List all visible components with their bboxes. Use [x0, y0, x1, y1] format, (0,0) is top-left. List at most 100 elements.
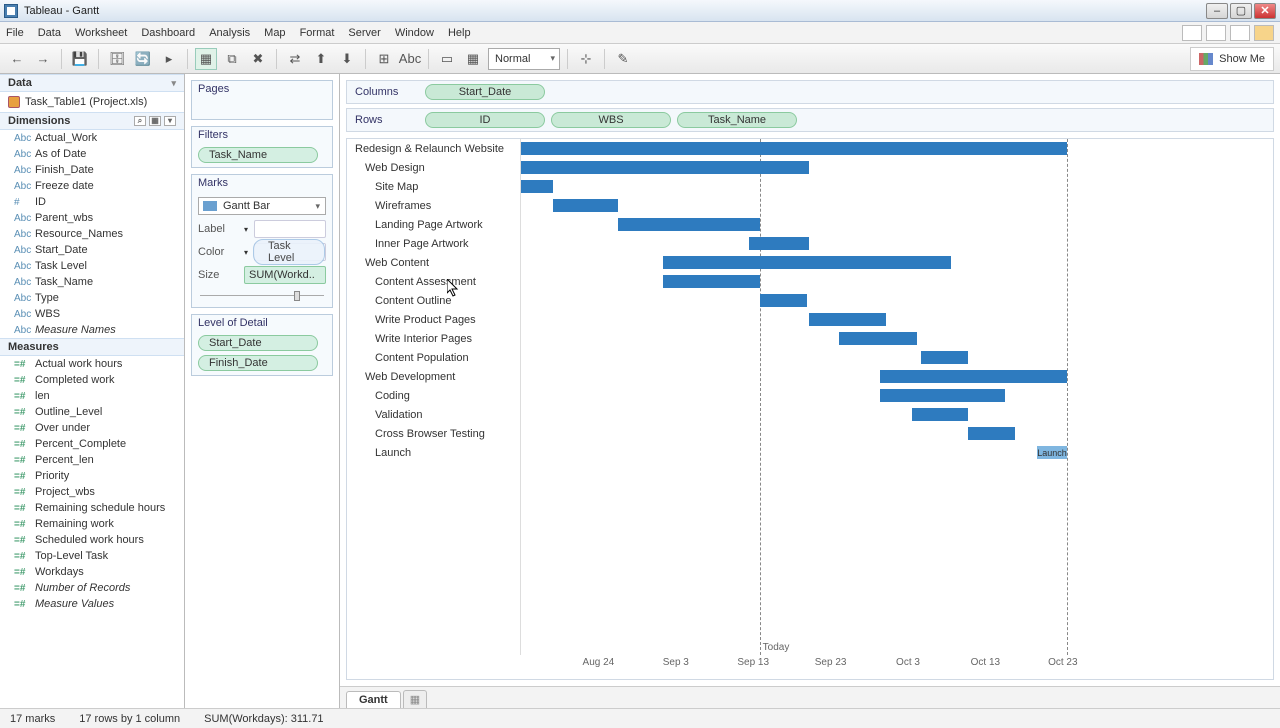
new-sheet-tab[interactable]: ▦	[403, 690, 427, 708]
menu-window[interactable]: Window	[395, 27, 434, 39]
gantt-bar[interactable]	[912, 408, 968, 421]
gantt-bar[interactable]	[880, 389, 1005, 402]
auto-update-button[interactable]: 🔄	[132, 48, 154, 70]
gantt-bar[interactable]	[663, 275, 760, 288]
gantt-bar[interactable]	[760, 294, 807, 307]
size-slot[interactable]: SUM(Workd..	[244, 266, 326, 284]
field-len[interactable]: =#len	[0, 388, 184, 404]
field-task-name[interactable]: AbcTask_Name	[0, 274, 184, 290]
field-remaining-work[interactable]: =#Remaining work	[0, 516, 184, 532]
field-over-under[interactable]: =#Over under	[0, 420, 184, 436]
lod-shelf[interactable]: Level of Detail Start_Date Finish_Date	[191, 314, 333, 376]
gantt-bar[interactable]	[521, 180, 553, 193]
connect-button[interactable]: 🗄	[106, 48, 128, 70]
field-id[interactable]: #ID	[0, 194, 184, 210]
highlight-button[interactable]: ✎	[612, 48, 634, 70]
presentation-button[interactable]: ▭	[436, 48, 458, 70]
color-drag-pill[interactable]: Task Level	[253, 239, 325, 265]
field-number-of-records[interactable]: =#Number of Records	[0, 580, 184, 596]
field-resource-names[interactable]: AbcResource_Names	[0, 226, 184, 242]
close-button[interactable]: ✕	[1254, 3, 1276, 19]
label-slot[interactable]	[254, 220, 326, 238]
field-workdays[interactable]: =#Workdays	[0, 564, 184, 580]
menu-format[interactable]: Format	[300, 27, 335, 39]
field-start-date[interactable]: AbcStart_Date	[0, 242, 184, 258]
field-as-of-date[interactable]: AbcAs of Date	[0, 146, 184, 162]
maximize-button[interactable]: ▢	[1230, 3, 1252, 19]
field-type[interactable]: AbcType	[0, 290, 184, 306]
menu-data[interactable]: Data	[38, 27, 61, 39]
pill-task_name[interactable]: Task_Name	[677, 112, 797, 128]
pill-start_date[interactable]: Start_Date	[425, 84, 545, 100]
fit-combo[interactable]: Normal	[488, 48, 560, 70]
tabbed-icon[interactable]	[1182, 25, 1202, 41]
grid-icon[interactable]	[1206, 25, 1226, 41]
cards-button[interactable]: ▦	[462, 48, 484, 70]
filters-shelf[interactable]: Filters Task_Name	[191, 126, 333, 168]
gantt-bar[interactable]	[809, 313, 886, 326]
forward-button[interactable]: →	[32, 48, 54, 70]
swap-button[interactable]: ⇄	[284, 48, 306, 70]
new-sheet-button[interactable]: ▦	[195, 48, 217, 70]
field-priority[interactable]: =#Priority	[0, 468, 184, 484]
dup-sheet-button[interactable]: ⧉	[221, 48, 243, 70]
gantt-bar[interactable]	[749, 237, 809, 250]
field-parent-wbs[interactable]: AbcParent_wbs	[0, 210, 184, 226]
menu-icon[interactable]: ▾	[164, 116, 176, 126]
field-finish-date[interactable]: AbcFinish_Date	[0, 162, 184, 178]
clear-sheet-button[interactable]: ✖	[247, 48, 269, 70]
field-task-level[interactable]: AbcTask Level	[0, 258, 184, 274]
field-scheduled-work-hours[interactable]: =#Scheduled work hours	[0, 532, 184, 548]
menu-analysis[interactable]: Analysis	[209, 27, 250, 39]
menu-file[interactable]: File	[6, 27, 24, 39]
save-button[interactable]: 💾	[69, 48, 91, 70]
field-outline-level[interactable]: =#Outline_Level	[0, 404, 184, 420]
field-completed-work[interactable]: =#Completed work	[0, 372, 184, 388]
fix-axes-button[interactable]: ⊹	[575, 48, 597, 70]
rows-shelf[interactable]: Rows IDWBSTask_Name	[346, 108, 1274, 132]
size-slider[interactable]	[198, 291, 326, 301]
home-icon[interactable]	[1254, 25, 1274, 41]
sheet-tab-gantt[interactable]: Gantt	[346, 691, 401, 708]
group-button[interactable]: ⊞	[373, 48, 395, 70]
menu-server[interactable]: Server	[348, 27, 380, 39]
gantt-bar[interactable]	[553, 199, 618, 212]
columns-shelf[interactable]: Columns Start_Date	[346, 80, 1274, 104]
view-icon[interactable]: ▦	[149, 116, 161, 126]
field-actual-work-hours[interactable]: =#Actual work hours	[0, 356, 184, 372]
find-icon[interactable]: ⌕	[134, 116, 146, 126]
show-me-button[interactable]: Show Me	[1190, 47, 1274, 71]
mark-type-combo[interactable]: Gantt Bar	[198, 197, 326, 215]
field-percent-complete[interactable]: =#Percent_Complete	[0, 436, 184, 452]
menu-map[interactable]: Map	[264, 27, 285, 39]
gantt-bar[interactable]: Launch	[1037, 446, 1067, 459]
gantt-bar[interactable]	[968, 427, 1015, 440]
gantt-bar[interactable]	[880, 370, 1067, 383]
gantt-bar[interactable]	[618, 218, 760, 231]
back-button[interactable]: ←	[6, 48, 28, 70]
field-remaining-schedule-hours[interactable]: =#Remaining schedule hours	[0, 500, 184, 516]
gantt-chart[interactable]: Redesign & Relaunch WebsiteWeb DesignSit…	[346, 138, 1274, 680]
sort-desc-button[interactable]: ⬇	[336, 48, 358, 70]
gantt-bar[interactable]	[521, 161, 809, 174]
menu-help[interactable]: Help	[448, 27, 471, 39]
field-actual-work[interactable]: AbcActual_Work	[0, 130, 184, 146]
menu-worksheet[interactable]: Worksheet	[75, 27, 127, 39]
pill-wbs[interactable]: WBS	[551, 112, 671, 128]
lod-pill-finish[interactable]: Finish_Date	[198, 355, 318, 371]
field-top-level-task[interactable]: =#Top-Level Task	[0, 548, 184, 564]
color-slot[interactable]: Task Level	[254, 243, 326, 261]
story-icon[interactable]	[1230, 25, 1250, 41]
field-freeze-date[interactable]: AbcFreeze date	[0, 178, 184, 194]
field-measure-names[interactable]: AbcMeasure Names	[0, 322, 184, 338]
gantt-bar[interactable]	[521, 142, 1067, 155]
sort-asc-button[interactable]: ⬆	[310, 48, 332, 70]
run-button[interactable]: ▸	[158, 48, 180, 70]
lod-pill-start[interactable]: Start_Date	[198, 335, 318, 351]
field-project-wbs[interactable]: =#Project_wbs	[0, 484, 184, 500]
field-wbs[interactable]: AbcWBS	[0, 306, 184, 322]
pill-id[interactable]: ID	[425, 112, 545, 128]
gantt-bar[interactable]	[663, 256, 951, 269]
field-percent-len[interactable]: =#Percent_len	[0, 452, 184, 468]
field-measure-values[interactable]: =#Measure Values	[0, 596, 184, 612]
